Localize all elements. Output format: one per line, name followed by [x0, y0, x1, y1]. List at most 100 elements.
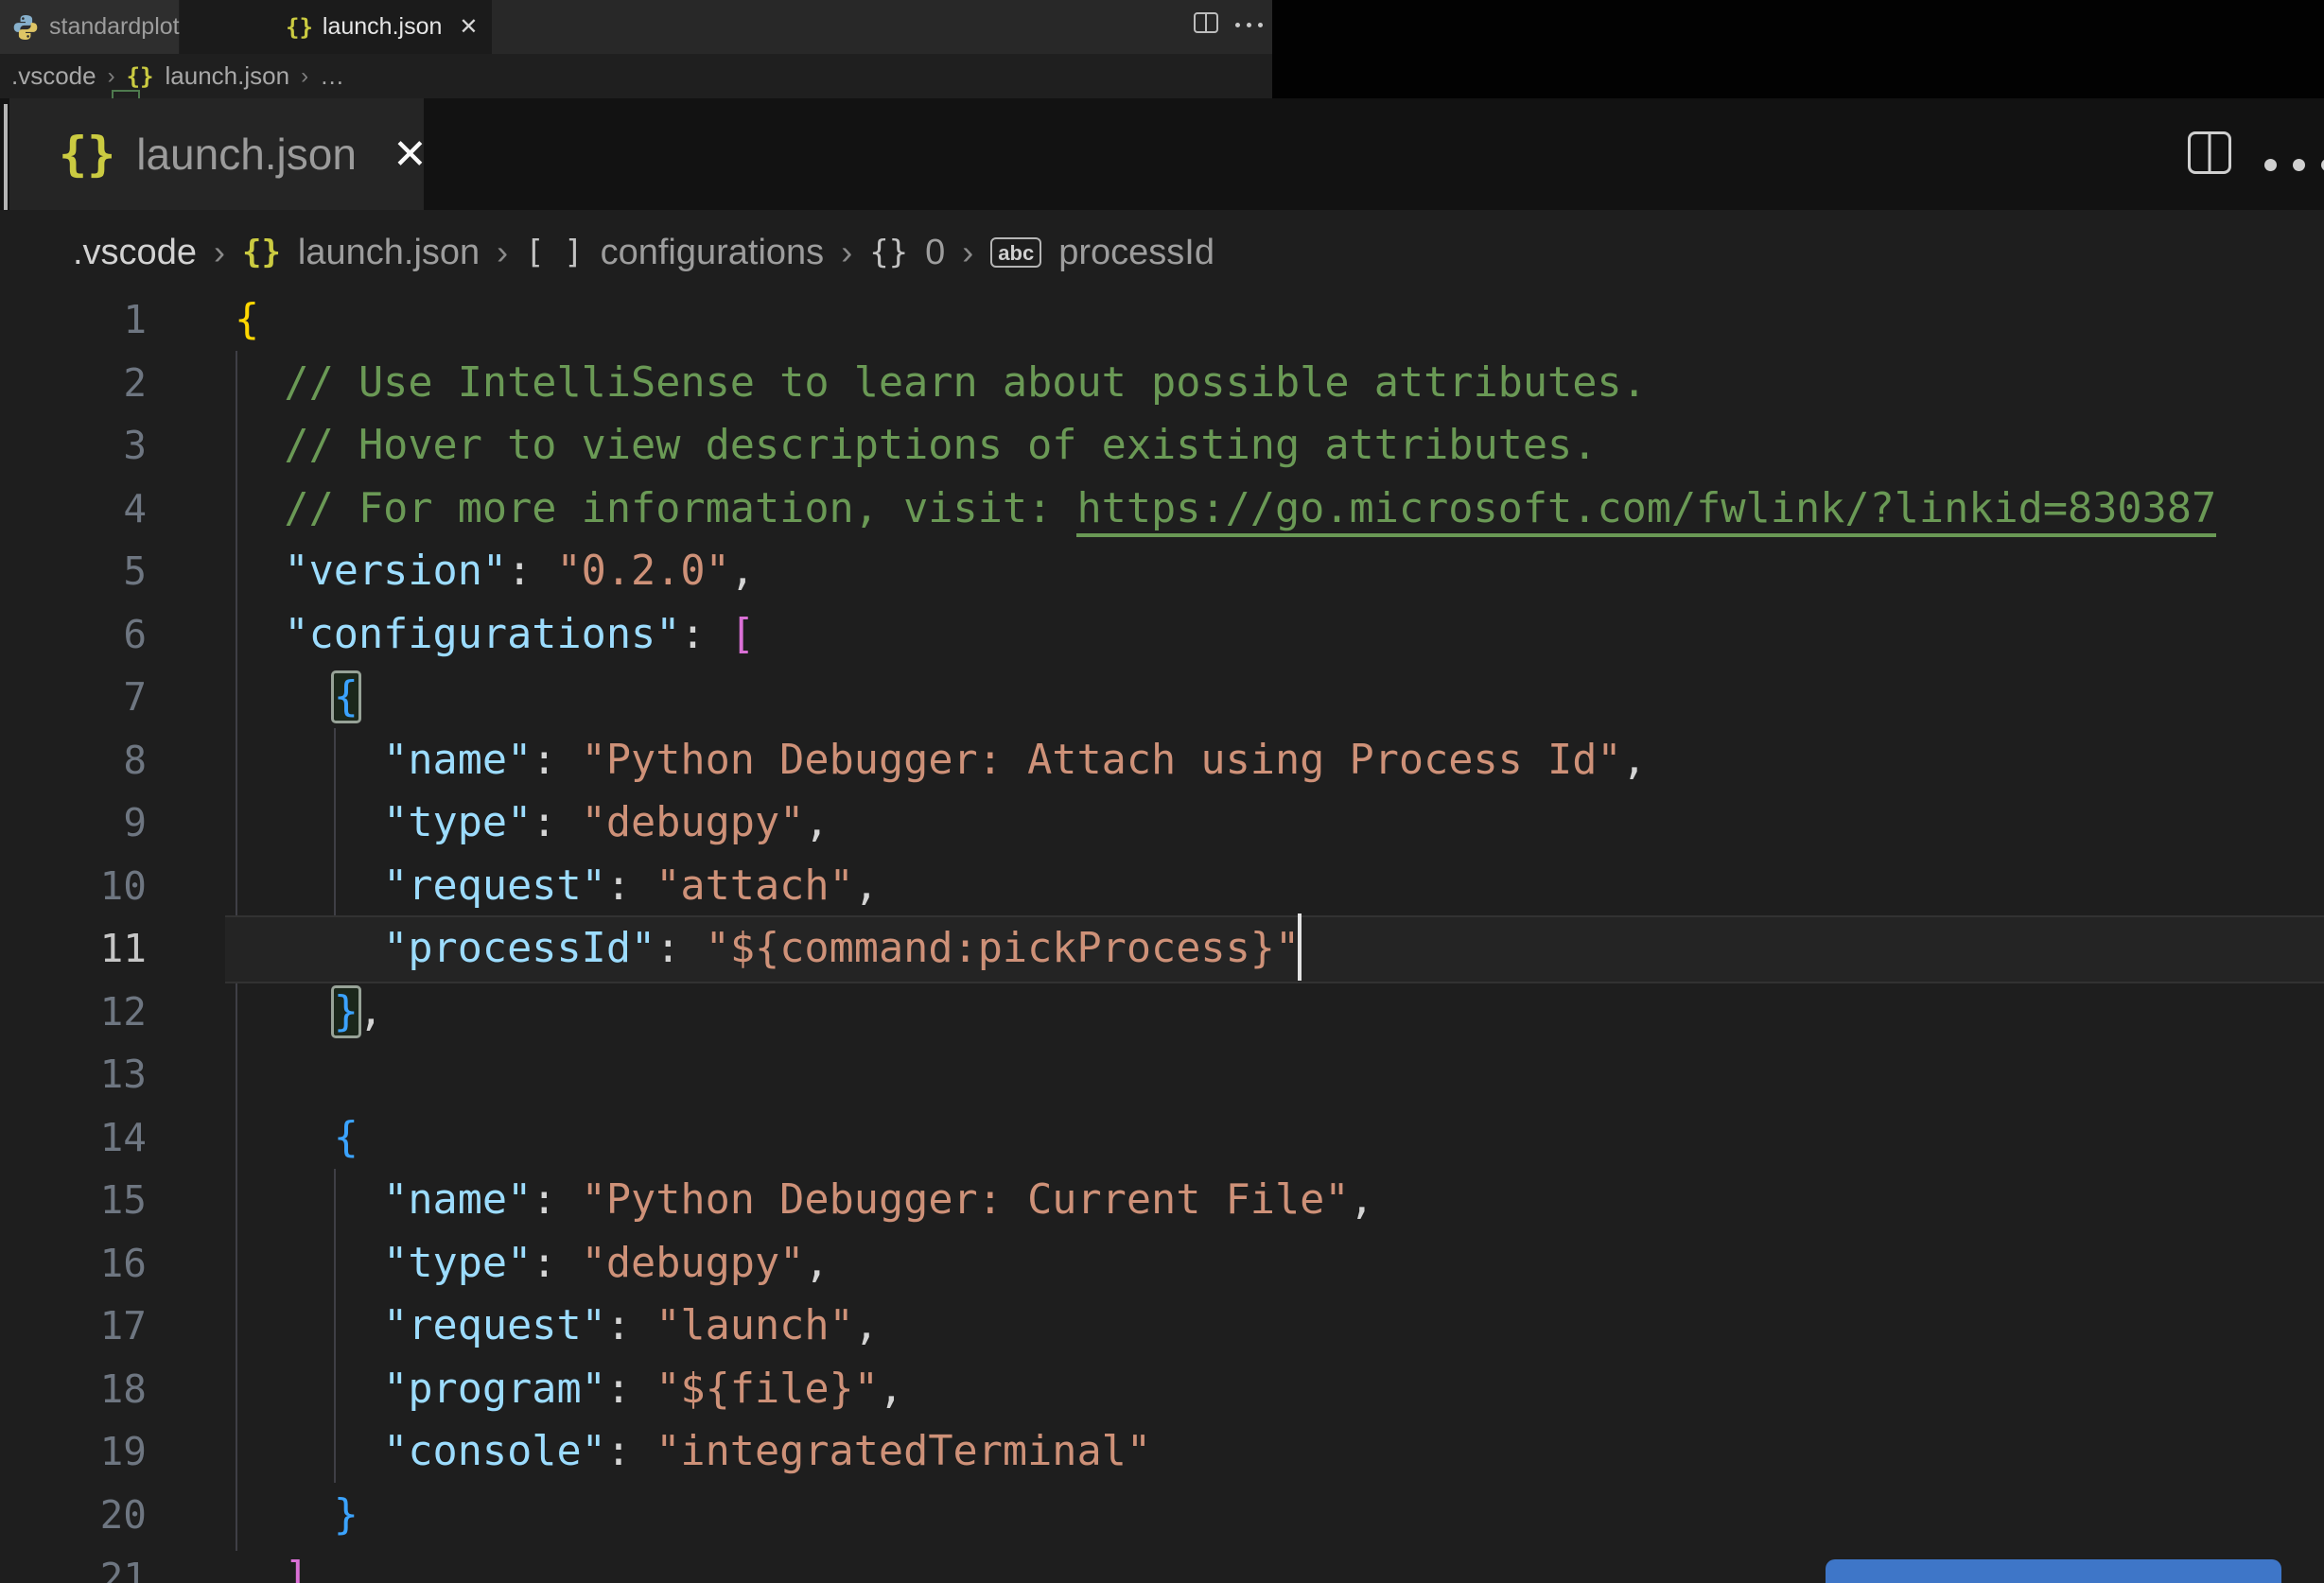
- code-line[interactable]: 19 "console": "integratedTerminal": [0, 1420, 2324, 1484]
- line-number[interactable]: 8: [0, 729, 147, 792]
- line-number[interactable]: 17: [0, 1295, 147, 1358]
- string-symbol-icon: abc: [990, 237, 1042, 268]
- code-line[interactable]: 10 "request": "attach",: [0, 855, 2324, 918]
- code-line[interactable]: 3 // Hover to view descriptions of exist…: [0, 414, 2324, 478]
- line-number[interactable]: 3: [0, 414, 147, 478]
- line-number[interactable]: 5: [0, 540, 147, 603]
- code-line[interactable]: 13: [0, 1043, 2324, 1106]
- code-line-text: "type": "debugpy",: [383, 1239, 830, 1287]
- code-line-text: // Use IntelliSense to learn about possi…: [284, 358, 1647, 407]
- add-configuration-button[interactable]: [1826, 1559, 2281, 1583]
- vscode-window: standardplot.py {} launch.json ✕ .vscode…: [0, 0, 2324, 1583]
- code-line-text: // For more information, visit: https://…: [235, 478, 2217, 541]
- breadcrumb-item--vscode[interactable]: .vscode: [73, 233, 197, 273]
- tab-standardplot-py[interactable]: standardplot.py: [0, 0, 211, 54]
- code-line-text: },: [330, 984, 384, 1038]
- code-line-text: {: [235, 296, 260, 343]
- split-editor-icon[interactable]: [2188, 131, 2231, 174]
- line-number[interactable]: 19: [0, 1420, 147, 1484]
- breadcrumb-item-more[interactable]: …: [320, 61, 344, 91]
- code-line-text: "version": "0.2.0",: [284, 548, 756, 595]
- line-number[interactable]: 4: [0, 478, 147, 541]
- code-line-text: }: [333, 1490, 358, 1539]
- line-number[interactable]: 10: [0, 855, 147, 918]
- tab-label: launch.json: [136, 130, 357, 179]
- line-number[interactable]: 15: [0, 1169, 147, 1232]
- code-line[interactable]: 14 {: [0, 1106, 2324, 1170]
- array-symbol-icon: [ ]: [525, 234, 584, 271]
- code-line[interactable]: 8 "name": "Python Debugger: Attach using…: [0, 729, 2324, 792]
- code-line[interactable]: 18 "program": "${file}",: [0, 1358, 2324, 1421]
- code-line[interactable]: 11 "processId": "${command:pickProcess}": [0, 917, 2324, 981]
- breadcrumb-item-launch-json[interactable]: launch.json: [166, 61, 290, 91]
- line-number[interactable]: 18: [0, 1358, 147, 1421]
- breadcrumb-item-launch-json[interactable]: launch.json: [298, 233, 480, 273]
- code-line-text: // Hover to view descriptions of existin…: [284, 422, 1598, 469]
- code-line[interactable]: 2 // Use IntelliSense to learn about pos…: [0, 352, 2324, 415]
- close-tab-icon[interactable]: ✕: [459, 13, 478, 41]
- code-line[interactable]: 17 "request": "launch",: [0, 1295, 2324, 1358]
- tab-label: launch.json: [322, 13, 443, 40]
- code-line-text: "name": "Python Debugger: Attach using P…: [383, 736, 1647, 784]
- breadcrumb-item-0[interactable]: 0: [925, 233, 945, 273]
- breadcrumb-item-processid[interactable]: processId: [1058, 233, 1214, 273]
- breadcrumb-item-vscode[interactable]: .vscode: [11, 61, 96, 91]
- code-line[interactable]: 5 "version": "0.2.0",: [0, 540, 2324, 603]
- line-number[interactable]: 7: [0, 666, 147, 729]
- code-line[interactable]: 12 },: [0, 981, 2324, 1044]
- chevron-right-icon: ›: [301, 62, 309, 89]
- code-line-text: ]: [284, 1554, 309, 1583]
- close-tab-icon[interactable]: ✕: [393, 130, 428, 179]
- python-icon: [11, 13, 40, 42]
- code-line[interactable]: 9 "type": "debugpy",: [0, 792, 2324, 855]
- line-number[interactable]: 21: [0, 1546, 147, 1583]
- line-number[interactable]: 16: [0, 1232, 147, 1296]
- more-actions-icon[interactable]: [2264, 159, 2324, 171]
- code-line-text: "request": "launch",: [383, 1302, 879, 1349]
- chevron-right-icon: ›: [213, 233, 225, 271]
- code-line[interactable]: 6 "configurations": [: [0, 603, 2324, 667]
- line-number[interactable]: 12: [0, 981, 147, 1044]
- code-line[interactable]: 7 {: [0, 666, 2324, 729]
- line-number[interactable]: 2: [0, 352, 147, 415]
- chevron-right-icon: ›: [962, 233, 974, 271]
- code-line[interactable]: 20 }: [0, 1484, 2324, 1547]
- tab-launch-json[interactable]: {} launch.json ✕: [180, 0, 492, 54]
- json-braces-icon: {}: [286, 13, 313, 41]
- code-line-text: {: [330, 670, 361, 723]
- chevron-right-icon: ›: [841, 233, 853, 271]
- code-line-text: {: [333, 1113, 358, 1161]
- json-file-icon: {}: [241, 234, 281, 271]
- comment-link[interactable]: https://go.microsoft.com/fwlink/?linkid=…: [1076, 484, 2217, 537]
- code-line-text: "program": "${file}",: [383, 1365, 904, 1413]
- line-number[interactable]: 13: [0, 1043, 147, 1106]
- json-braces-icon: {}: [59, 127, 116, 182]
- breadcrumb: .vscode › {} launch.json › …: [0, 54, 1272, 98]
- code-line-text: "type": "debugpy",: [383, 799, 830, 846]
- breadcrumb-magnified: .vscode › {} launch.json › [ ] configurations ›…: [0, 210, 2324, 295]
- code-line-text: "configurations": [: [284, 610, 756, 658]
- line-number[interactable]: 11: [0, 917, 147, 981]
- code-line[interactable]: 16 "type": "debugpy",: [0, 1232, 2324, 1296]
- chevron-right-icon: ›: [497, 233, 509, 271]
- line-number[interactable]: 1: [0, 288, 147, 352]
- breadcrumb-item-configurations[interactable]: configurations: [601, 233, 825, 273]
- code-line-text: "name": "Python Debugger: Current File",: [383, 1176, 1374, 1224]
- line-number[interactable]: 6: [0, 603, 147, 667]
- tab-launch-json-magnified[interactable]: {} launch.json ✕: [9, 98, 428, 210]
- code-line[interactable]: 1{: [0, 288, 2324, 352]
- more-actions-icon[interactable]: [1235, 23, 1263, 27]
- line-number[interactable]: 14: [0, 1106, 147, 1170]
- text-cursor: [1298, 913, 1302, 981]
- object-symbol-icon: {}: [869, 234, 909, 271]
- line-number[interactable]: 20: [0, 1484, 147, 1547]
- code-line[interactable]: 4 // For more information, visit: https:…: [0, 478, 2324, 541]
- chevron-right-icon: ›: [107, 62, 115, 89]
- code-line-text: "processId": "${command:pickProcess}": [383, 925, 1301, 972]
- code-line-text: "console": "integratedTerminal": [383, 1428, 1152, 1475]
- redacted-region: [1272, 0, 2324, 101]
- code-line[interactable]: 15 "name": "Python Debugger: Current Fil…: [0, 1169, 2324, 1232]
- line-number[interactable]: 9: [0, 792, 147, 855]
- split-editor-icon[interactable]: [1194, 12, 1218, 33]
- json-braces-icon: {}: [126, 62, 154, 90]
